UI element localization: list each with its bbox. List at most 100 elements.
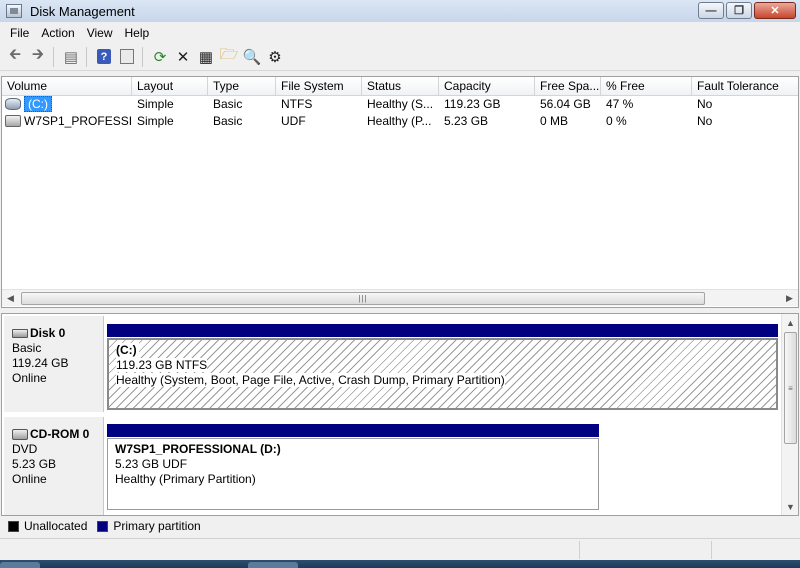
menu-bar: File Action View Help xyxy=(0,22,800,43)
partition-status: Healthy (System, Boot, Page File, Active… xyxy=(116,373,505,387)
menu-view[interactable]: View xyxy=(81,24,119,42)
cdrom-0-label[interactable]: CD-ROM 0 DVD 5.23 GB Online xyxy=(4,417,104,515)
toolbar-separator xyxy=(142,46,143,67)
volume-name[interactable]: W7SP1_PROFESSI... xyxy=(22,113,132,130)
minimize-icon: — xyxy=(705,4,717,17)
vertical-scrollbar[interactable]: ▲ ≡ ▼ xyxy=(781,314,798,515)
table-row[interactable]: (C:) Simple Basic NTFS Healthy (S... 119… xyxy=(2,96,798,113)
free-space-cell: 56.04 GB xyxy=(540,97,591,111)
horizontal-scrollbar[interactable]: ◀ ||| ▶ xyxy=(2,289,798,306)
disk-kind: Basic xyxy=(12,341,42,355)
layout-cell: Simple xyxy=(137,114,174,128)
disk-size: 119.24 GB xyxy=(12,356,69,370)
table-row[interactable]: W7SP1_PROFESSI... Simple Basic UDF Healt… xyxy=(2,113,798,130)
menu-help[interactable]: Help xyxy=(119,24,156,42)
percent-free-cell: 0 % xyxy=(606,114,627,128)
window-title: Disk Management xyxy=(30,3,135,19)
legend-primary-partition: Primary partition xyxy=(113,519,201,533)
column-header-fault-tolerance[interactable]: Fault Tolerance xyxy=(692,77,798,95)
partition-c[interactable]: (C:) 119.23 GB NTFS Healthy (System, Boo… xyxy=(107,338,778,410)
disk-0-label[interactable]: Disk 0 Basic 119.24 GB Online xyxy=(4,316,104,412)
disk-name: CD-ROM 0 xyxy=(30,427,90,441)
capacity-cell: 119.23 GB xyxy=(444,97,501,111)
type-cell: Basic xyxy=(213,114,243,128)
column-header-percent-free[interactable]: % Free xyxy=(601,77,692,95)
status-cell: Healthy (P... xyxy=(367,114,432,128)
status-cell: Healthy (S... xyxy=(367,97,434,111)
column-header-free-space[interactable]: Free Spa... xyxy=(535,77,601,95)
partition-d[interactable]: W7SP1_PROFESSIONAL (D:) 5.23 GB UDF Heal… xyxy=(107,438,599,510)
scroll-up-icon[interactable]: ▲ xyxy=(782,314,798,331)
free-space-cell: 0 MB xyxy=(540,114,569,128)
column-header-file-system[interactable]: File System xyxy=(276,77,362,95)
caption-buttons: — ❐ ✕ xyxy=(698,2,796,19)
refresh-icon[interactable]: ⟳ xyxy=(149,46,171,68)
back-icon[interactable]: 🡰 xyxy=(4,46,26,68)
volume-list: Volume Layout Type File System Status Ca… xyxy=(1,76,799,308)
status-bar xyxy=(0,538,800,560)
cd-drive-icon xyxy=(5,115,21,127)
disk-management-app-icon[interactable] xyxy=(6,4,22,18)
maximize-button[interactable]: ❐ xyxy=(726,2,752,19)
start-button[interactable] xyxy=(0,562,40,568)
column-header-capacity[interactable]: Capacity xyxy=(439,77,535,95)
fault-tolerance-cell: No xyxy=(697,114,713,128)
disk-management-window: Disk Management — ❐ ✕ File Action View H… xyxy=(0,0,800,568)
open-folder-icon[interactable]: 🗁 xyxy=(218,46,240,68)
primary-partition-bar xyxy=(107,424,599,437)
legend-unallocated: Unallocated xyxy=(24,519,88,533)
properties-icon[interactable] xyxy=(116,46,138,68)
restore-icon: ❐ xyxy=(734,5,744,17)
scroll-right-icon[interactable]: ▶ xyxy=(781,290,798,307)
scroll-down-icon[interactable]: ▼ xyxy=(782,498,798,515)
status-bar-segment xyxy=(580,541,712,559)
hard-disk-icon xyxy=(5,98,21,110)
wizard-icon[interactable]: ⚙ xyxy=(264,46,286,68)
show-hide-tree-icon[interactable]: ▤ xyxy=(60,46,82,68)
primary-partition-bar xyxy=(107,324,778,337)
vertical-scroll-thumb[interactable]: ≡ xyxy=(784,332,797,444)
type-cell: Basic xyxy=(213,97,243,111)
help-icon[interactable]: ? xyxy=(93,46,115,68)
cd-drive-icon xyxy=(12,429,28,440)
horizontal-scroll-thumb[interactable]: ||| xyxy=(21,292,705,305)
scroll-left-icon[interactable]: ◀ xyxy=(2,290,19,307)
volume-list-header: Volume Layout Type File System Status Ca… xyxy=(2,77,798,96)
menu-action[interactable]: Action xyxy=(35,24,80,42)
taskbar-item[interactable] xyxy=(248,562,298,568)
toolbar-separator xyxy=(53,46,54,67)
forward-icon[interactable]: 🡲 xyxy=(27,46,49,68)
close-icon: ✕ xyxy=(770,5,780,17)
legend: Unallocated Primary partition xyxy=(0,516,800,536)
status-bar-segment xyxy=(0,541,580,559)
disk-state: Online xyxy=(12,371,47,385)
disk-size: 5.23 GB xyxy=(12,457,57,471)
taskbar xyxy=(0,560,800,568)
capacity-cell: 5.23 GB xyxy=(444,114,489,128)
primary-partition-swatch xyxy=(97,520,109,532)
disk-state: Online xyxy=(12,472,47,486)
column-header-volume[interactable]: Volume xyxy=(2,77,132,95)
hard-disk-icon xyxy=(12,329,28,338)
column-header-layout[interactable]: Layout xyxy=(132,77,208,95)
disk-kind: DVD xyxy=(12,442,38,456)
partition-size-fs: 119.23 GB NTFS xyxy=(116,358,208,372)
partition-name: W7SP1_PROFESSIONAL (D:) xyxy=(115,442,281,456)
explore-icon[interactable]: 🔍 xyxy=(241,46,263,68)
layout-cell: Simple xyxy=(137,97,174,111)
volume-name[interactable]: (C:) xyxy=(24,96,52,112)
minimize-button[interactable]: — xyxy=(698,2,724,19)
partition-name: (C:) xyxy=(116,343,139,358)
percent-free-cell: 47 % xyxy=(606,97,634,111)
toolbar-separator xyxy=(86,46,87,67)
column-header-type[interactable]: Type xyxy=(208,77,276,95)
delete-icon[interactable]: ✕ xyxy=(172,46,194,68)
fault-tolerance-cell: No xyxy=(697,97,713,111)
file-system-cell: NTFS xyxy=(281,97,313,111)
disk-graphical-view: Disk 0 Basic 119.24 GB Online (C:) 119.2… xyxy=(1,313,799,516)
close-button[interactable]: ✕ xyxy=(754,2,796,19)
partition-size-fs: 5.23 GB UDF xyxy=(115,457,188,471)
menu-file[interactable]: File xyxy=(4,24,35,42)
properties-sheet-icon[interactable]: ▦ xyxy=(195,46,217,68)
column-header-status[interactable]: Status xyxy=(362,77,439,95)
